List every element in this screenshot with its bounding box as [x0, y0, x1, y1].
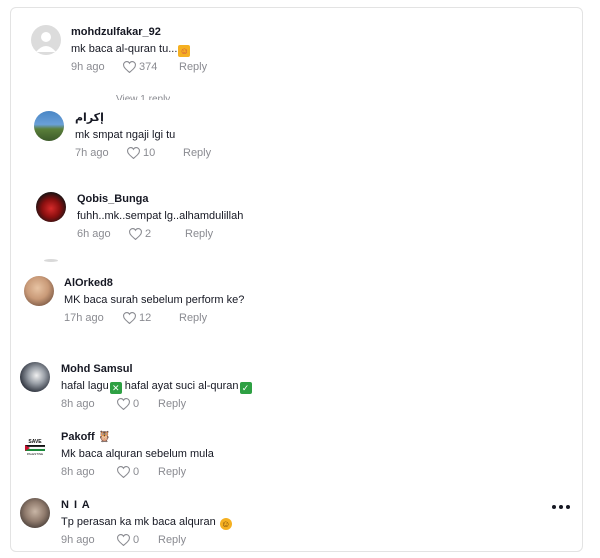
reply-button[interactable]: Reply: [158, 533, 186, 547]
avatar[interactable]: [34, 111, 64, 141]
comment-time: 6h ago: [77, 228, 111, 240]
reply-button[interactable]: Reply: [183, 146, 211, 160]
avatar[interactable]: [20, 498, 50, 528]
comment-time: 9h ago: [71, 61, 105, 73]
comment-username-text: Pakoff: [61, 431, 95, 443]
comment-text: hafal lagu ✕ hafal ayat suci al-quran ✓: [61, 378, 252, 394]
comment-meta: 8h ago 0 Reply: [61, 397, 252, 411]
heart-icon: [123, 312, 136, 324]
comment-text-content: mk baca al-quran tu...: [71, 43, 178, 55]
like-count: 10: [143, 147, 156, 159]
party-face-icon: ☺: [178, 45, 191, 57]
like-button[interactable]: 10: [127, 146, 183, 160]
comment-username[interactable]: Mohd Samsul: [61, 362, 252, 376]
smiling-face-with-tear-icon: ☺: [219, 518, 232, 530]
comment-time: 7h ago: [75, 147, 109, 159]
like-button[interactable]: 0: [117, 397, 158, 411]
comment-username[interactable]: Pakoff 🦉: [61, 430, 214, 444]
reply-button[interactable]: Reply: [179, 60, 207, 74]
comment-meta: 6h ago 2 Reply: [77, 227, 243, 241]
comment-meta: 7h ago 10 Reply: [75, 146, 211, 160]
avatar[interactable]: [24, 276, 54, 306]
save-palestine-logo: SAVE PALESTINE: [24, 439, 46, 456]
like-button[interactable]: 12: [123, 311, 179, 325]
reply-button[interactable]: Reply: [179, 311, 207, 325]
heart-icon: [129, 228, 142, 240]
cross-mark-icon: ✕: [109, 382, 122, 394]
partial-avatar: [44, 259, 58, 262]
comment-username[interactable]: Qobis_Bunga: [77, 192, 243, 206]
svg-text:SAVE: SAVE: [28, 439, 42, 445]
comment-text: Mk baca alquran sebelum mula: [61, 448, 214, 460]
comment-time: 8h ago: [61, 466, 95, 478]
comment-meta: 9h ago 374 Reply: [71, 60, 207, 74]
like-button[interactable]: 0: [117, 465, 158, 479]
comment-text: mk baca al-quran tu... ☺: [71, 41, 207, 57]
like-count: 12: [139, 312, 152, 324]
check-mark-icon: ✓: [239, 382, 252, 394]
comment-username[interactable]: mohdzulfakar_92: [71, 25, 207, 39]
comment-time: 9h ago: [61, 534, 95, 546]
like-count: 0: [133, 534, 140, 546]
dot: [559, 505, 563, 509]
comment-text: MK baca surah sebelum perform ke?: [64, 294, 245, 306]
comment-text-content: Tp perasan ka mk baca alquran: [61, 516, 216, 528]
like-button[interactable]: 2: [129, 227, 185, 241]
avatar[interactable]: [36, 192, 66, 222]
avatar[interactable]: [20, 362, 50, 392]
comment-text-part: hafal lagu: [61, 380, 109, 392]
like-count: 0: [133, 466, 140, 478]
comment-time: 8h ago: [61, 398, 95, 410]
view-replies-link[interactable]: View 1 reply: [116, 94, 170, 100]
avatar-placeholder[interactable]: [31, 25, 61, 55]
comment-text: fuhh..mk..sempat lg..alhamdulillah: [77, 210, 244, 222]
heart-icon: [123, 61, 136, 73]
like-count: 2: [145, 228, 152, 240]
reply-button[interactable]: Reply: [158, 465, 186, 479]
comment-text: mk smpat ngaji lgi tu: [75, 129, 176, 141]
heart-icon: [117, 534, 130, 546]
avatar[interactable]: SAVE PALESTINE: [20, 430, 50, 460]
like-count: 0: [133, 398, 140, 410]
heart-icon: [127, 147, 140, 159]
heart-icon: [117, 398, 130, 410]
comment-text-part: hafal ayat suci al-quran: [121, 380, 239, 392]
comment-time: 17h ago: [64, 312, 104, 324]
svg-text:PALESTINE: PALESTINE: [27, 452, 43, 456]
dot: [566, 505, 570, 509]
comment-username[interactable]: إكرام: [75, 111, 211, 125]
reply-button[interactable]: Reply: [185, 227, 213, 241]
owl-icon: 🦉: [97, 431, 112, 443]
comment-meta: 17h ago 12 Reply: [64, 311, 244, 325]
comments-panel: mohdzulfakar_92 mk baca al-quran tu... ☺ …: [10, 7, 583, 552]
user-icon: [36, 32, 56, 52]
dot: [552, 505, 556, 509]
like-count: 374: [139, 61, 158, 73]
like-button[interactable]: 0: [117, 533, 158, 547]
comment-text: Tp perasan ka mk baca alquran ☺: [61, 514, 232, 530]
comment-meta: 9h ago 0 Reply: [61, 533, 232, 547]
comment-meta: 8h ago 0 Reply: [61, 465, 214, 479]
reply-button[interactable]: Reply: [158, 397, 186, 411]
comment-username[interactable]: AlOrked8: [64, 276, 244, 290]
heart-icon: [117, 466, 130, 478]
comment-username[interactable]: N I A: [61, 498, 232, 512]
more-options-icon[interactable]: [552, 505, 570, 509]
like-button[interactable]: 374: [123, 60, 179, 74]
